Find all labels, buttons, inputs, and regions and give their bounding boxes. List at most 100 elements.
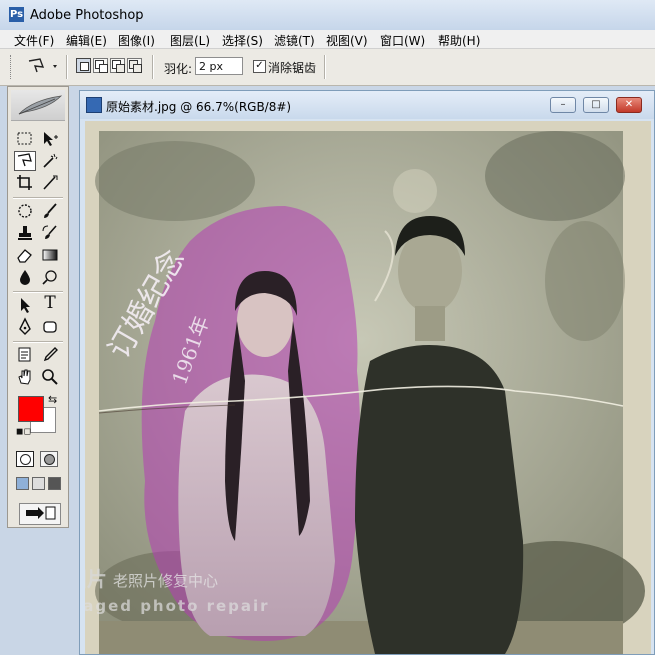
hand-tool-icon[interactable] (14, 367, 36, 387)
menu-layer[interactable]: 图层(L) (170, 32, 210, 49)
gradient-tool-icon[interactable] (39, 245, 61, 265)
quick-mask-button[interactable] (40, 451, 58, 467)
type-tool-icon[interactable]: T (39, 293, 61, 313)
options-grip[interactable] (10, 55, 14, 79)
feather-icon (18, 95, 63, 115)
menu-image[interactable]: 图像(I) (118, 32, 155, 49)
feather-label: 羽化: (164, 62, 193, 76)
quick-mask-icon (44, 454, 55, 465)
document-window: 原始素材.jpg @ 66.7%(RGB/8#) – □ ✕ 订婚纪念 1961… (79, 90, 655, 655)
brush-tool-icon[interactable] (39, 201, 61, 221)
menu-bar: 文件(F) 编辑(E) 图像(I) 图层(L) 选择(S) 滤镜(T) 视图(V… (0, 30, 655, 49)
menu-edit[interactable]: 编辑(E) (66, 32, 107, 49)
tool-preset-picker[interactable] (26, 57, 60, 77)
dodge-tool-icon[interactable] (39, 267, 61, 287)
path-selection-icon[interactable] (14, 295, 36, 315)
slice-glyph (43, 175, 58, 190)
magnifier-glyph (42, 369, 58, 385)
rect-marquee-icon[interactable] (14, 129, 36, 149)
antialias-checkbox[interactable]: ✓ (253, 60, 266, 73)
menu-select[interactable]: 选择(S) (222, 32, 263, 49)
healing-glyph (18, 204, 32, 218)
document-titlebar[interactable]: 原始素材.jpg @ 66.7%(RGB/8#) – □ ✕ (80, 91, 654, 119)
feather-input[interactable]: 2 px (195, 57, 243, 75)
history-brush-glyph (42, 225, 57, 239)
options-bar: 羽化: 2 px ✓ 消除锯齿 (0, 49, 655, 86)
shape-tool-icon[interactable] (39, 317, 61, 337)
crop-glyph (17, 175, 32, 190)
screen-mode-standard-button[interactable] (16, 477, 29, 490)
notes-tool-icon[interactable] (14, 345, 36, 365)
watermark-english: Damaged photo repair (85, 597, 270, 615)
wand-glyph (43, 153, 58, 168)
intersect-selection-button[interactable] (127, 58, 142, 73)
swap-colors-icon[interactable]: ⇆ (48, 393, 57, 406)
slice-tool-icon[interactable] (39, 173, 61, 193)
imageready-icon (26, 506, 56, 520)
minimize-button[interactable]: – (550, 97, 576, 113)
standard-mode-button[interactable] (16, 451, 34, 467)
maximize-button[interactable]: □ (583, 97, 609, 113)
document-title: 原始素材.jpg @ 66.7%(RGB/8#) (106, 100, 292, 114)
move-tool-icon[interactable] (39, 129, 61, 149)
menu-view[interactable]: 视图(V) (326, 32, 368, 49)
pen-glyph (19, 317, 31, 335)
toolbox-separator (13, 197, 63, 199)
foreground-color-swatch[interactable] (18, 396, 44, 422)
move-glyph (44, 132, 58, 146)
options-separator (66, 55, 68, 79)
polygonal-lasso-icon (28, 58, 57, 73)
zoom-tool-icon[interactable] (39, 367, 61, 387)
watermark-chinese: 老照片修复中心 (113, 572, 218, 590)
new-selection-button[interactable] (76, 58, 91, 73)
document-icon (86, 97, 102, 113)
close-button[interactable]: ✕ (616, 97, 642, 113)
screen-mode-full-button[interactable] (48, 477, 61, 490)
lasso-glyph (17, 153, 32, 167)
watermark-title: 41图片 (85, 567, 107, 591)
blur-tool-icon[interactable] (14, 267, 36, 287)
notes-glyph (18, 347, 31, 362)
subtract-selection-icon-part (116, 64, 125, 73)
antialias-label: 消除锯齿 (268, 61, 317, 75)
eraser-tool-icon[interactable] (14, 245, 36, 265)
options-separator (324, 55, 326, 79)
history-brush-icon[interactable] (39, 223, 61, 243)
healing-brush-icon[interactable] (14, 201, 36, 221)
eyedropper-glyph (43, 347, 58, 362)
menu-help[interactable]: 帮助(H) (438, 32, 480, 49)
screen-mode-menubar-button[interactable] (32, 477, 45, 490)
pen-tool-icon[interactable] (14, 317, 36, 337)
stamp-glyph (18, 226, 32, 240)
arrow-glyph (21, 298, 30, 313)
toolbox: T ⇆ ◼◻ (7, 86, 69, 528)
menu-window[interactable]: 窗口(W) (380, 32, 425, 49)
crop-tool-icon[interactable] (14, 173, 36, 193)
intersect-selection-icon-part (133, 64, 142, 73)
drop-glyph (20, 270, 30, 285)
hand-glyph (18, 369, 31, 385)
standard-mode-icon (20, 454, 31, 465)
app-titlebar: Ps Adobe Photoshop (0, 0, 655, 31)
rect-marquee-glyph (17, 132, 32, 145)
magic-wand-icon[interactable] (39, 151, 61, 171)
add-selection-icon-part (99, 64, 108, 73)
subtract-from-selection-button[interactable] (110, 58, 125, 73)
eyedropper-icon[interactable] (39, 345, 61, 365)
brush-glyph (44, 203, 57, 218)
jump-to-imageready-button[interactable] (19, 503, 61, 525)
toolbox-header[interactable] (11, 90, 65, 121)
toolbox-separator (13, 341, 63, 343)
default-colors-icon[interactable]: ◼◻ (16, 427, 31, 437)
clone-stamp-icon[interactable] (14, 223, 36, 243)
options-separator (152, 55, 154, 79)
new-selection-icon (80, 62, 89, 71)
add-to-selection-button[interactable] (93, 58, 108, 73)
polygonal-lasso-tool-icon[interactable] (14, 151, 36, 171)
menu-filter[interactable]: 滤镜(T) (274, 32, 315, 49)
photo-canvas[interactable]: 订婚纪念 1961年 41图片 老照片修复中心 Damaged photo re… (85, 121, 651, 654)
app-title: Adobe Photoshop (30, 8, 144, 23)
dodge-glyph (42, 270, 57, 285)
gradient-glyph (42, 249, 58, 261)
menu-file[interactable]: 文件(F) (14, 32, 54, 49)
